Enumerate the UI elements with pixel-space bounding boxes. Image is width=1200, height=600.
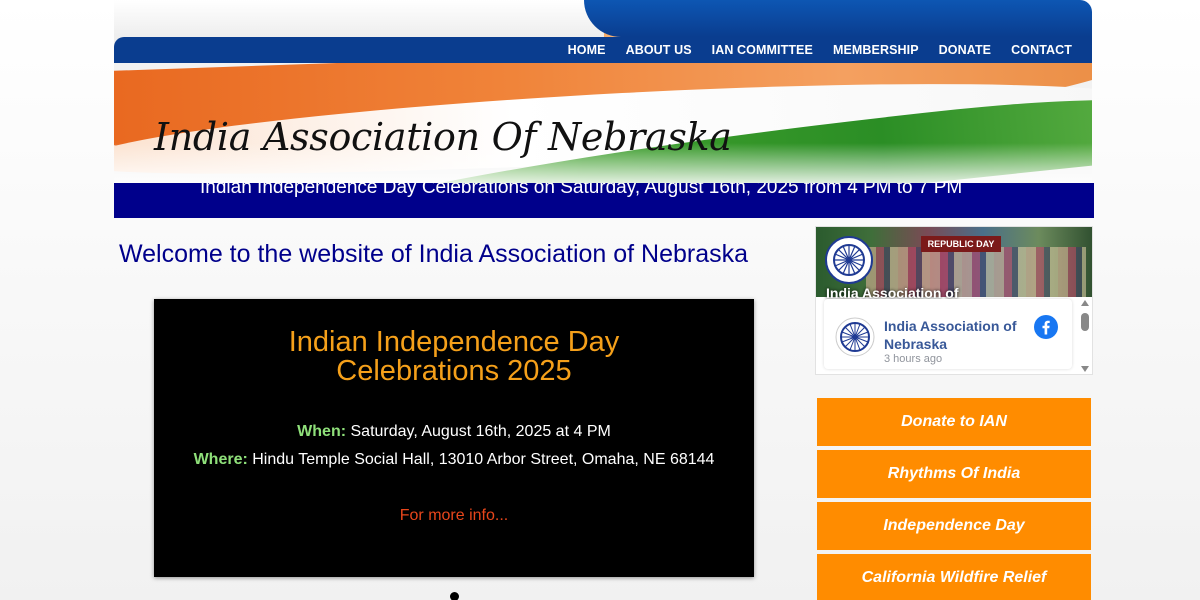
donate-to-ian-button[interactable]: Donate to IAN <box>817 398 1091 446</box>
site-header: HOME ABOUT US IAN COMMITTEE MEMBERSHIP D… <box>114 0 1094 218</box>
scroll-thumb[interactable] <box>1081 313 1089 331</box>
where-label: Where: <box>193 451 248 468</box>
rhythms-of-india-button[interactable]: Rhythms Of India <box>817 450 1091 498</box>
facebook-cover[interactable]: REPUBLIC DAY India Association of <box>816 227 1092 301</box>
event-slide[interactable]: Indian Independence Day Celebrations 202… <box>154 299 754 577</box>
nav-about-us[interactable]: ABOUT US <box>616 43 702 57</box>
nav-membership[interactable]: MEMBERSHIP <box>823 43 929 57</box>
california-wildfire-relief-button[interactable]: California Wildfire Relief <box>817 554 1091 600</box>
when-value: Saturday, August 16th, 2025 at 4 PM <box>346 423 611 440</box>
facebook-widget: REPUBLIC DAY India Association of India … <box>815 226 1093 375</box>
site-title: India Association Of Nebraska <box>154 115 732 159</box>
header-top-strip: HOME ABOUT US IAN COMMITTEE MEMBERSHIP D… <box>114 0 1092 63</box>
post-timestamp[interactable]: 3 hours ago <box>884 353 942 365</box>
ashoka-chakra-icon <box>825 236 873 284</box>
nav-contact[interactable]: CONTACT <box>1001 43 1082 57</box>
welcome-heading: Welcome to the website of India Associat… <box>119 240 749 268</box>
event-where: Where: Hindu Temple Social Hall, 13010 A… <box>154 451 754 469</box>
nav-ian-committee[interactable]: IAN COMMITTEE <box>702 43 823 57</box>
facebook-scrollbar[interactable] <box>1078 297 1092 374</box>
main-nav: HOME ABOUT US IAN COMMITTEE MEMBERSHIP D… <box>558 37 1082 63</box>
marquee-text: Indian Independence Day Celebrations on … <box>200 183 963 198</box>
scroll-down-icon[interactable] <box>1081 366 1089 372</box>
flag-banner: India Association Of Nebraska <box>114 63 1092 183</box>
facebook-post-header: India Association of Nebraska 3 hours ag… <box>824 299 1072 369</box>
facebook-page-name[interactable]: India Association of Nebraska <box>884 317 1034 353</box>
where-value: Hindu Temple Social Hall, 13010 Arbor St… <box>247 451 715 468</box>
nav-home[interactable]: HOME <box>558 43 616 57</box>
nav-donate[interactable]: DONATE <box>929 43 1001 57</box>
when-label: When: <box>297 423 347 440</box>
facebook-icon[interactable] <box>1034 315 1058 339</box>
announcement-marquee: Indian Independence Day Celebrations on … <box>114 183 1094 218</box>
scroll-up-icon[interactable] <box>1081 300 1089 306</box>
more-info-link[interactable]: For more info... <box>154 507 754 525</box>
independence-day-button[interactable]: Independence Day <box>817 502 1091 550</box>
slider-dot[interactable] <box>450 592 459 600</box>
event-when: When: Saturday, August 16th, 2025 at 4 P… <box>154 423 754 441</box>
cover-banner: REPUBLIC DAY <box>921 236 1001 252</box>
ashoka-chakra-icon[interactable] <box>835 317 875 357</box>
slide-title: Indian Independence Day Celebrations 202… <box>288 326 620 387</box>
